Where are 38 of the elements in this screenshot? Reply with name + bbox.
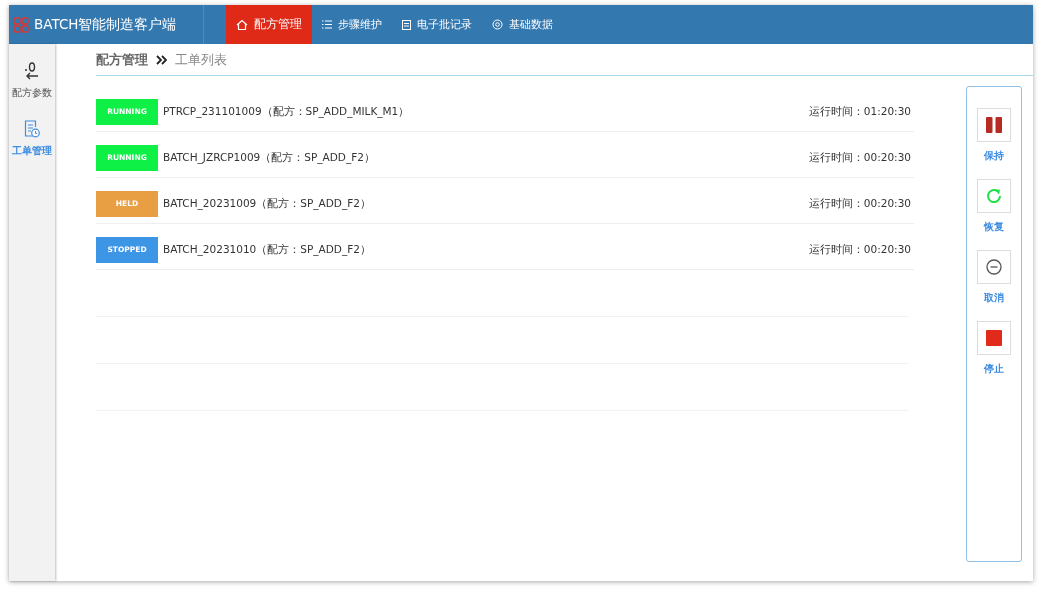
list-icon — [322, 20, 332, 29]
document-icon — [402, 19, 411, 30]
runtime-text: 运行时间：00:20:30 — [808, 150, 911, 165]
minus-circle-icon — [986, 259, 1002, 275]
order-name: BATCH_JZRCP1009（配方：SP_ADD_F2） — [163, 150, 376, 165]
action-button[interactable] — [977, 321, 1011, 355]
runtime-text: 运行时间：01:20:30 — [808, 104, 911, 119]
decimal-arrow-icon — [24, 62, 40, 80]
sidebar-label: 配方参数 — [12, 86, 52, 100]
runtime-text: 运行时间：00:20:30 — [808, 196, 911, 211]
breadcrumb-link[interactable]: 配方管理 — [96, 50, 148, 69]
order-name: PTRCP_231101009（配方：SP_ADD_MILK_M1） — [163, 104, 411, 119]
settings-icon — [492, 19, 503, 30]
runtime-text: 运行时间：00:20:30 — [808, 242, 911, 257]
order-name: BATCH_20231009（配方：SP_ADD_F2） — [163, 196, 372, 211]
logo-icon — [13, 16, 29, 33]
double-chevron-icon — [156, 54, 167, 65]
sidebar-label: 工单管理 — [12, 144, 52, 158]
action-label: 保持 — [984, 149, 1004, 163]
home-icon — [236, 18, 248, 31]
action-button[interactable] — [977, 250, 1011, 284]
action-label: 取消 — [984, 291, 1004, 305]
action-button[interactable] — [977, 108, 1011, 142]
order-name: BATCH_20231010（配方：SP_ADD_F2） — [163, 242, 372, 257]
app-title: BATCH智能制造客户端 — [34, 15, 177, 34]
action-label: 停止 — [984, 362, 1004, 376]
stop-icon — [986, 330, 1002, 346]
sidebar-item[interactable]: 配方参数 — [12, 62, 52, 100]
sidebar-item[interactable]: 工单管理 — [12, 120, 52, 158]
nav-tab[interactable]: 基础数据 — [482, 5, 563, 44]
refresh-icon — [986, 188, 1002, 204]
pause-icon — [986, 117, 1002, 133]
breadcrumb-current: 工单列表 — [175, 50, 227, 69]
nav-tab[interactable]: 步骤维护 — [312, 5, 392, 44]
nav-tab[interactable]: 电子批记录 — [392, 5, 482, 44]
nav-tab[interactable]: 配方管理 — [226, 5, 312, 44]
action-label: 恢复 — [984, 220, 1004, 234]
document-clock-icon — [24, 120, 40, 138]
